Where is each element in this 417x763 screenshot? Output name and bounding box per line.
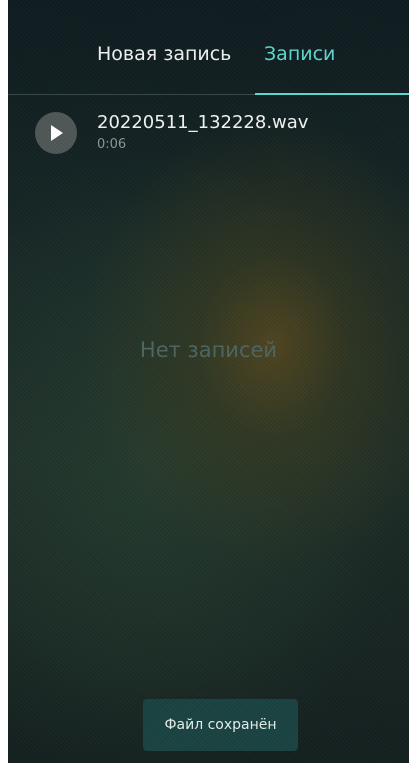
play-button[interactable]	[35, 112, 77, 154]
toast-message: Файл сохранён	[143, 699, 298, 751]
recording-duration: 0:06	[97, 137, 127, 152]
empty-state-text: Нет записей	[139, 338, 278, 362]
tab-new-recording[interactable]: Новая запись	[97, 42, 231, 66]
list-item[interactable]: 20220511_132228.wav 0:06	[8, 108, 409, 158]
tab-records[interactable]: Записи	[264, 42, 335, 66]
active-tab-indicator	[255, 93, 409, 95]
play-icon	[51, 125, 63, 141]
recording-name: 20220511_132228.wav	[97, 112, 309, 133]
tab-bar: Новая запись Записи	[8, 0, 409, 95]
app-screen: Новая запись Записи 20220511_132228.wav …	[8, 0, 409, 763]
